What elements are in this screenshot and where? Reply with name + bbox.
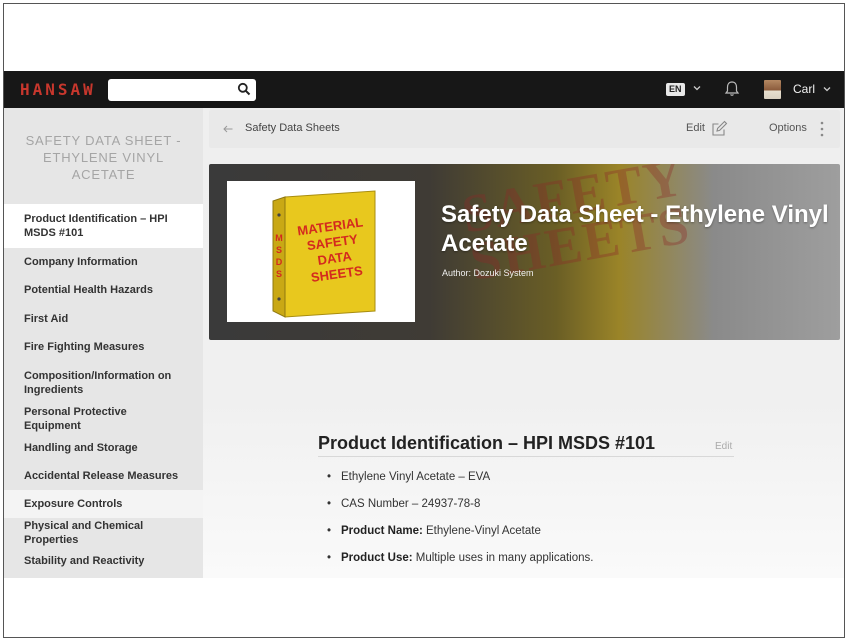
sidebar-item-composition[interactable]: Composition/Information on Ingredients [4, 361, 203, 405]
breadcrumb[interactable]: Safety Data Sheets [245, 122, 340, 134]
search-icon[interactable] [237, 82, 251, 96]
chevron-down-icon[interactable] [692, 83, 702, 93]
screenshot-frame: HANSAW EN Carl SAFETY DATA SHEET - ETHYL… [3, 3, 845, 638]
chevron-down-icon[interactable] [822, 84, 832, 94]
brand-logo[interactable]: HANSAW [20, 80, 96, 99]
back-arrow-icon[interactable] [223, 125, 233, 133]
section-bullet-list: Ethylene Vinyl Acetate – EVA CAS Number … [327, 470, 593, 578]
main-content: Safety Data Sheets Edit Options SAFETY S… [203, 108, 844, 578]
sidebar: SAFETY DATA SHEET - ETHYLENE VINYL ACETA… [4, 108, 203, 578]
section-heading: Product Identification – HPI MSDS #101 [318, 433, 656, 453]
section-nav: Product Identification – HPI MSDS #101 C… [4, 204, 203, 575]
top-navigation-bar: HANSAW EN Carl [4, 71, 844, 108]
guide-title-heading: Safety Data Sheet - Ethylene Vinyl Aceta… [441, 201, 829, 257]
sidebar-item-accidental-release-measures[interactable]: Accidental Release Measures [4, 462, 203, 490]
section-divider [318, 456, 734, 457]
guide-hero-banner: SAFETY SHEETS M S D S MATERIAL SAFETY DA… [209, 164, 840, 340]
list-item: Ethylene Vinyl Acetate – EVA [327, 470, 593, 497]
sidebar-item-company-information[interactable]: Company Information [4, 248, 203, 276]
svg-text:S: S [276, 269, 282, 279]
sidebar-item-potential-health-hazards[interactable]: Potential Health Hazards [4, 276, 203, 304]
guide-cover-image: M S D S MATERIAL SAFETY DATA SHEETS [227, 181, 415, 322]
list-item: Product Name: Ethylene-Vinyl Acetate [327, 524, 593, 551]
sidebar-item-physical-and-chemical-properties[interactable]: Physical and Chemical Properties [4, 518, 203, 546]
binder-spine-text: M [275, 233, 283, 243]
user-avatar[interactable] [764, 80, 781, 99]
edit-pencil-icon[interactable] [711, 120, 728, 137]
msds-binder-image: M S D S MATERIAL SAFETY DATA SHEETS [272, 190, 376, 318]
list-item: CAS Number – 24937-78-8 [327, 497, 593, 524]
sidebar-item-fire-fighting-measures[interactable]: Fire Fighting Measures [4, 333, 203, 361]
options-button[interactable]: Options [769, 122, 807, 134]
user-name[interactable]: Carl [793, 82, 815, 96]
sidebar-item-stability-and-reactivity[interactable]: Stability and Reactivity [4, 547, 203, 575]
sidebar-item-product-identification[interactable]: Product Identification – HPI MSDS #101 [4, 204, 203, 248]
guide-title: SAFETY DATA SHEET - ETHYLENE VINYL ACETA… [25, 133, 182, 182]
sidebar-item-exposure-controls[interactable]: Exposure Controls [4, 490, 203, 519]
breadcrumb-bar: Safety Data Sheets Edit Options [209, 110, 840, 148]
edit-button[interactable]: Edit [686, 122, 705, 134]
guide-author: Author: Dozuki System [442, 268, 534, 278]
sidebar-item-first-aid[interactable]: First Aid [4, 305, 203, 333]
language-selector[interactable]: EN [666, 83, 685, 96]
kebab-menu-icon[interactable] [820, 121, 824, 137]
list-item: Product Use: Multiple uses in many appli… [327, 551, 593, 578]
svg-text:D: D [276, 257, 283, 267]
sidebar-item-handling-and-storage[interactable]: Handling and Storage [4, 433, 203, 461]
bell-icon[interactable] [724, 80, 740, 98]
sidebar-item-personal-protective-equipment[interactable]: Personal Protective Equipment [4, 405, 203, 433]
svg-text:S: S [276, 245, 282, 255]
search-input[interactable] [108, 79, 256, 101]
section-edit-button[interactable]: Edit [715, 441, 732, 452]
